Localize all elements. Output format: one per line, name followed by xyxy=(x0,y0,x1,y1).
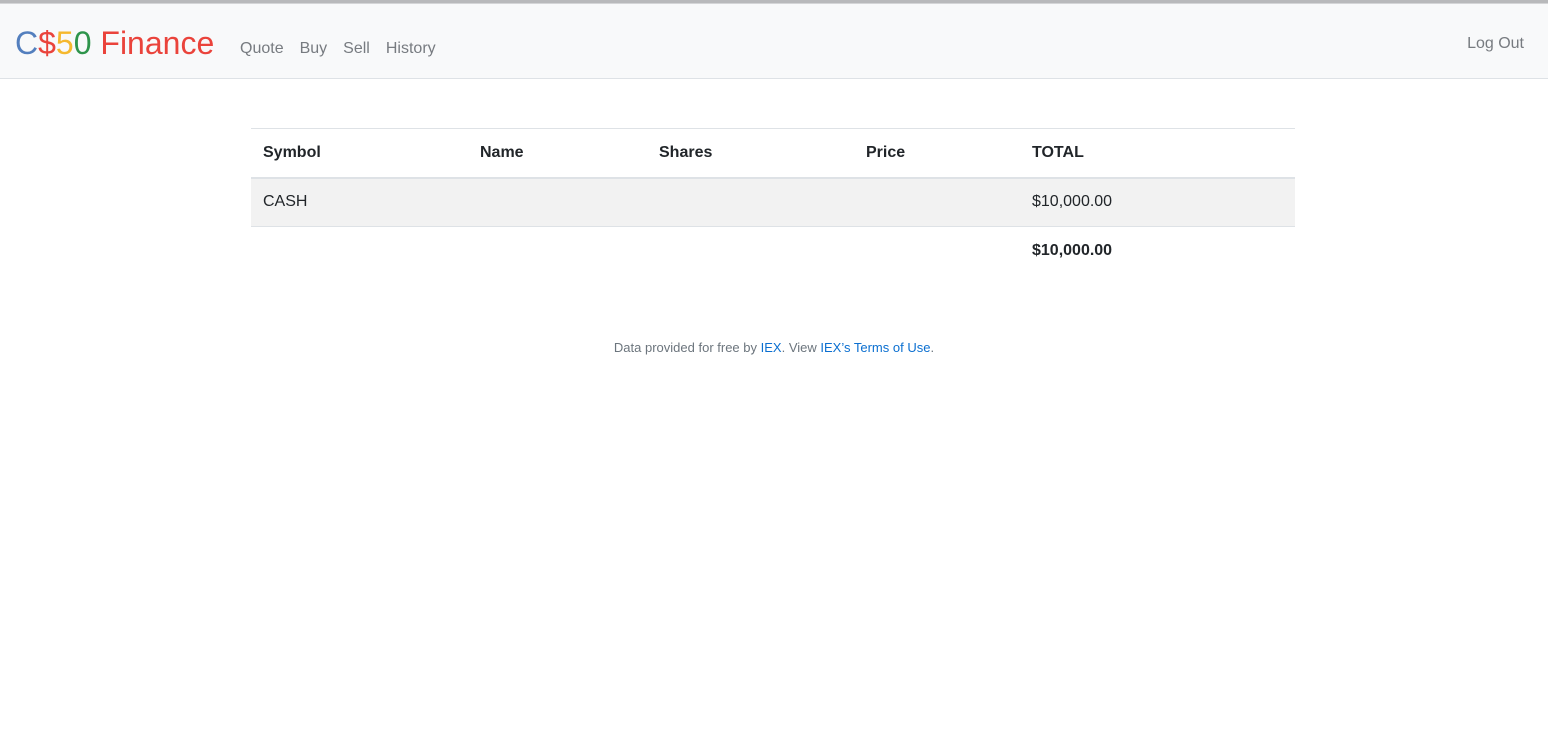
cell-shares xyxy=(647,177,854,227)
brand-digit-5: 5 xyxy=(55,25,74,61)
nav-quote-link[interactable]: Quote xyxy=(232,32,292,66)
cell-price xyxy=(854,177,1020,227)
table-body: CASH $10,000.00 xyxy=(251,177,1295,227)
nav-history-link[interactable]: History xyxy=(378,32,444,66)
cell-total: $10,000.00 xyxy=(1020,177,1295,227)
header-name: Name xyxy=(468,128,647,179)
table-row: CASH $10,000.00 xyxy=(251,177,1295,227)
nav-links: Quote Buy Sell History xyxy=(232,32,444,66)
iex-link[interactable]: IEX xyxy=(761,340,782,355)
brand-letter-c: C xyxy=(15,25,39,61)
grand-total-value: $10,000.00 xyxy=(1020,226,1295,276)
nav-right: Log Out xyxy=(1459,32,1532,56)
table-header: Symbol Name Shares Price TOTAL xyxy=(251,128,1295,179)
header-price: Price xyxy=(854,128,1020,179)
grand-total-empty-1 xyxy=(251,226,468,276)
header-total: TOTAL xyxy=(1020,128,1295,179)
iex-terms-link[interactable]: IEX’s Terms of Use xyxy=(820,340,930,355)
footer: Data provided for free by IEX. View IEX’… xyxy=(0,340,1548,355)
grand-total-row: $10,000.00 xyxy=(251,226,1295,276)
footer-suffix: . xyxy=(930,340,935,355)
brand-finance: Finance xyxy=(91,25,215,61)
portfolio-table: Symbol Name Shares Price TOTAL CASH $10,… xyxy=(251,128,1295,276)
footer-prefix: Data provided for free by xyxy=(613,340,761,355)
nav-sell-link[interactable]: Sell xyxy=(335,32,378,66)
table-header-row: Symbol Name Shares Price TOTAL xyxy=(251,128,1295,179)
brand-dollar: $ xyxy=(38,25,56,61)
logout-link[interactable]: Log Out xyxy=(1459,30,1532,57)
grand-total-empty-2 xyxy=(468,226,647,276)
footer-middle: . View xyxy=(781,340,821,355)
nav-buy-link[interactable]: Buy xyxy=(292,32,336,66)
header-shares: Shares xyxy=(647,128,854,179)
brand-digit-0: 0 xyxy=(73,25,92,61)
cell-name xyxy=(468,177,647,227)
table-footer: $10,000.00 xyxy=(251,226,1295,276)
cell-symbol: CASH xyxy=(251,177,468,227)
main-content: Symbol Name Shares Price TOTAL CASH $10,… xyxy=(251,128,1295,276)
brand-logo[interactable]: C$50 Finance xyxy=(15,23,214,63)
header-symbol: Symbol xyxy=(251,128,468,179)
navbar: C$50 Finance Quote Buy Sell History Log … xyxy=(0,4,1548,79)
grand-total-empty-3 xyxy=(647,226,854,276)
grand-total-empty-4 xyxy=(854,226,1020,276)
